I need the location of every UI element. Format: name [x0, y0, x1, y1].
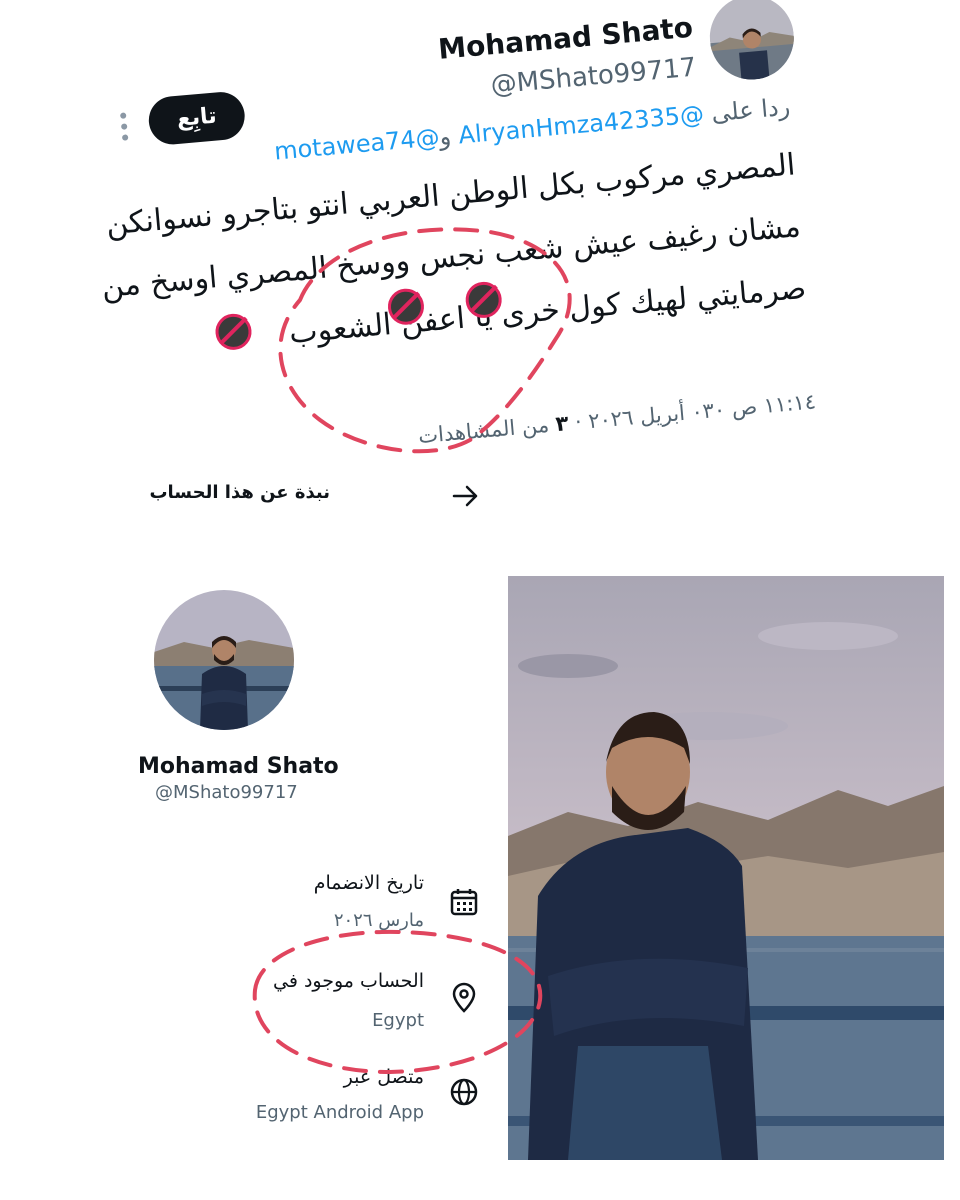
profile-photo [508, 576, 944, 1160]
annotation-circle-location [252, 929, 543, 1075]
follow-button[interactable]: تابِع [146, 90, 247, 147]
author-handle[interactable]: @MShato99717 [490, 53, 698, 101]
reply-prefix: ردا على [710, 92, 792, 128]
author-avatar[interactable] [706, 0, 798, 84]
arrow-right-icon[interactable] [452, 484, 480, 512]
more-vertical-icon[interactable] [118, 112, 131, 143]
profile-handle: @MShato99717 [155, 782, 298, 803]
profile-name: Mohamad Shato [138, 754, 339, 779]
calendar-icon [448, 886, 480, 918]
profile-avatar[interactable] [154, 590, 294, 730]
about-account-link[interactable]: نبذة عن هذا الحساب [149, 482, 330, 503]
tweet-time[interactable]: ١١:١٤ ص ٠٣٠ أبريل ٢٠٢٦ [587, 389, 817, 433]
tweet-meta: ١١:١٤ ص ٠٣٠ أبريل ٢٠٢٦ · ٣ من المشاهدات [417, 389, 817, 449]
connected-via-title: متصل عبر [343, 1066, 424, 1088]
views-count: ٣ [554, 411, 570, 437]
location-title: الحساب موجود في [273, 970, 424, 992]
views-label: من المشاهدات [417, 412, 550, 449]
join-date-title: تاريخ الانضمام [313, 872, 424, 894]
location-value: Egypt [372, 1010, 424, 1031]
reply-connector: و [438, 122, 453, 152]
join-date-value: مارس ٢٠٢٦ [333, 910, 424, 931]
globe-icon [448, 1076, 480, 1108]
tweet-card: Mohamad Shato @MShato99717 تابِع ردا على… [100, 0, 859, 500]
reply-mention-1[interactable]: @AlryanHmza42335 [457, 100, 705, 149]
connected-via-value: Egypt Android App [255, 1102, 424, 1123]
reply-mention-2[interactable]: @motawea74 [273, 123, 441, 165]
location-icon [448, 982, 480, 1014]
